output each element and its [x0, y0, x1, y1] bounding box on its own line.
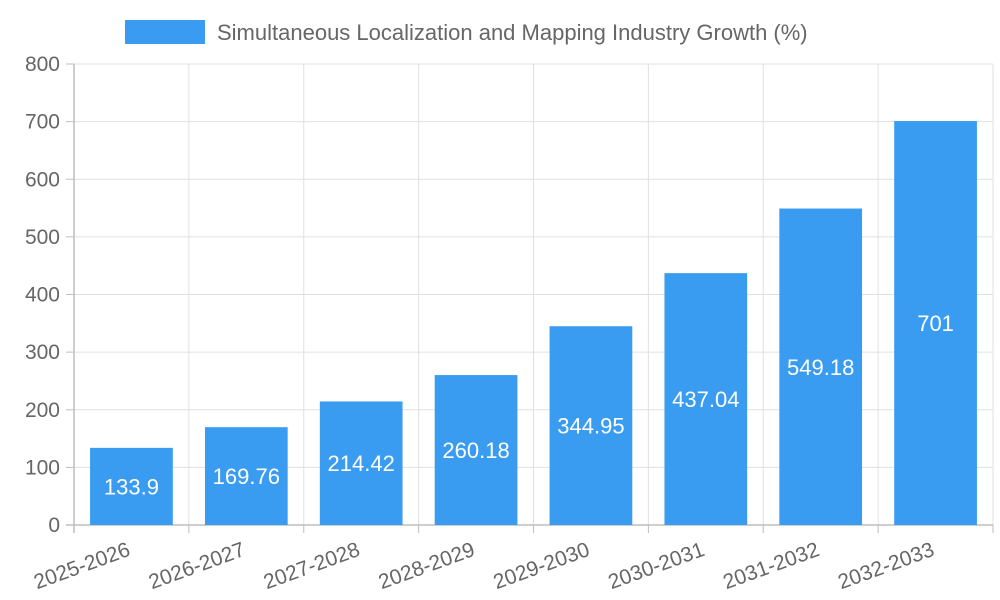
y-tick-label: 400 — [25, 284, 60, 307]
bar-value-label: 549.18 — [787, 355, 854, 380]
x-axis-ticks: 2025-2026 2026-2027 2027-2028 2028-2029 2029… — [31, 538, 937, 594]
x-tick-label: 2031-2032 — [720, 538, 822, 594]
y-tick-label: 100 — [25, 456, 60, 479]
bar-value-label: 701 — [917, 311, 954, 336]
y-tick-label: 700 — [25, 111, 60, 134]
y-tick-label: 600 — [25, 168, 60, 191]
bar-value-label: 344.95 — [557, 414, 624, 439]
x-tick-label: 2027-2028 — [261, 538, 363, 594]
x-tick-label: 2032-2033 — [835, 538, 937, 594]
y-tick-label: 800 — [25, 53, 60, 76]
y-tick-label: 300 — [25, 341, 60, 364]
bar-chart: Simultaneous Localization and Mapping In… — [25, 20, 994, 594]
bar-value-label: 133.9 — [104, 474, 159, 499]
y-tick-label: 200 — [25, 399, 60, 422]
x-tick-label: 2029-2030 — [490, 538, 592, 594]
bar-value-label: 437.04 — [672, 387, 739, 412]
x-tick-label: 2028-2029 — [376, 538, 478, 594]
legend: Simultaneous Localization and Mapping In… — [125, 20, 808, 45]
y-axis-ticks: 0 100 200 300 400 500 600 700 800 — [25, 53, 60, 537]
y-tick-label: 500 — [25, 226, 60, 249]
bar-value-label: 260.18 — [442, 438, 509, 463]
bar-value-label: 169.76 — [213, 464, 280, 489]
legend-label: Simultaneous Localization and Mapping In… — [217, 20, 808, 45]
x-tick-label: 2030-2031 — [605, 538, 707, 594]
y-tick-label: 0 — [48, 514, 60, 537]
x-tick-label: 2025-2026 — [31, 538, 133, 594]
legend-swatch — [125, 20, 205, 44]
bar-value-label: 214.42 — [328, 451, 395, 476]
chart-container: Simultaneous Localization and Mapping In… — [0, 0, 1000, 600]
x-tick-label: 2026-2027 — [146, 538, 248, 594]
